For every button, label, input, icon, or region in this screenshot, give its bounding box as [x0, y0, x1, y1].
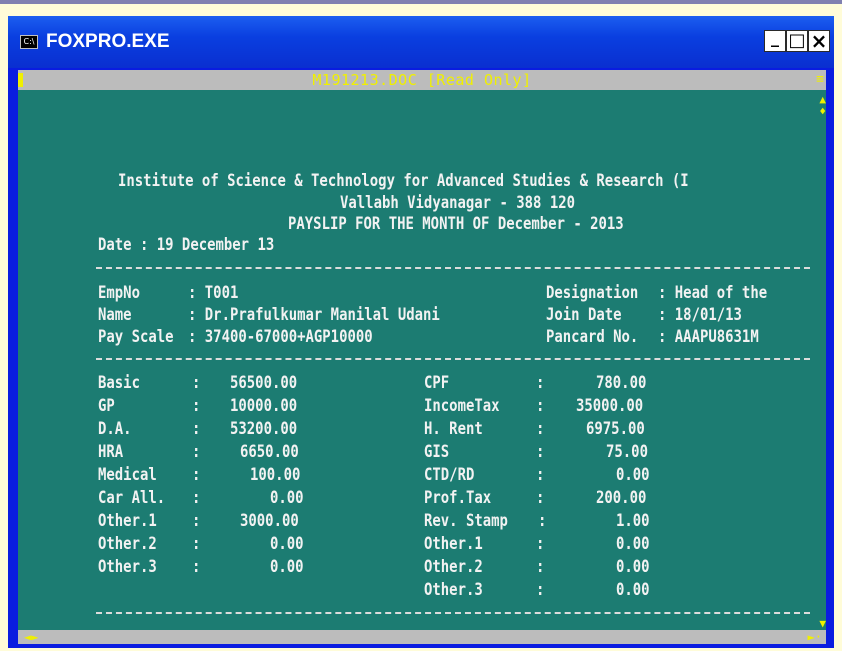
- payslip-date: Date : 19 December 13: [98, 235, 275, 255]
- pancard-label: Pancard No.: [546, 327, 639, 347]
- scroll-down-arrow-icon[interactable]: ▼: [819, 618, 826, 630]
- separator-line: [96, 267, 810, 269]
- empno-label: EmpNo: [98, 283, 140, 303]
- maximize-button[interactable]: □: [786, 30, 808, 52]
- earning-value-da: 53200.00: [230, 419, 298, 439]
- deduction-value-other3: 0.00: [616, 580, 650, 600]
- deduction-label-incometax: IncomeTax: [424, 396, 500, 416]
- earning-label-other3: Other.3: [98, 557, 157, 577]
- separator-line: [96, 358, 810, 360]
- earning-value-gp: 10000.00: [230, 396, 298, 416]
- deduction-value-incometax: 35000.00: [576, 396, 644, 416]
- earning-label-gp: GP: [98, 396, 115, 416]
- earning-value-medical: 100.00: [250, 465, 301, 485]
- document-title-bar: M191213.DOC [Read Only] ≡: [18, 70, 826, 90]
- name-label: Name: [98, 305, 132, 325]
- earning-label-medical: Medical: [98, 465, 157, 485]
- payscale-label: Pay Scale: [98, 327, 174, 347]
- pancard-value: : AAAPU8631M: [658, 327, 759, 347]
- minimize-button[interactable]: _: [764, 30, 786, 52]
- dos-document-area: M191213.DOC [Read Only] ≡ ▲ ♦ ▼ Institut…: [18, 70, 826, 644]
- deduction-colon: :: [536, 534, 545, 554]
- earning-colon: :: [192, 534, 201, 554]
- deduction-value-h-rent: 6975.00: [586, 419, 645, 439]
- deduction-value-gis: 75.00: [606, 442, 648, 462]
- close-button[interactable]: ×: [808, 30, 830, 52]
- deduction-colon: :: [536, 419, 545, 439]
- earning-colon: :: [192, 557, 201, 577]
- earning-label-hra: HRA: [98, 442, 124, 462]
- empno-value: : T001: [188, 283, 239, 303]
- window-title: FOXPRO.EXE: [46, 31, 170, 52]
- deduction-label-rev-stamp: Rev. Stamp: [424, 511, 508, 531]
- earning-label-car-all: Car All.: [98, 488, 166, 508]
- document-title: M191213.DOC [Read Only]: [312, 71, 532, 89]
- earning-colon: :: [192, 465, 201, 485]
- deduction-value-other2: 0.00: [616, 557, 650, 577]
- earning-colon: :: [192, 419, 201, 439]
- joindate-label: Join Date: [546, 305, 622, 325]
- deduction-value-prof-tax: 200.00: [596, 488, 647, 508]
- earning-value-other3: 0.00: [270, 557, 304, 577]
- earning-colon: :: [192, 396, 201, 416]
- top-border-strip: [0, 0, 842, 4]
- deduction-colon: :: [536, 557, 545, 577]
- separator-line: [96, 612, 810, 614]
- earning-label-da: D.A.: [98, 419, 132, 439]
- command-prompt-icon: C:\: [20, 35, 38, 49]
- deduction-colon: :: [536, 580, 545, 600]
- deduction-label-prof-tax: Prof.Tax: [424, 488, 492, 508]
- earning-label-other2: Other.2: [98, 534, 157, 554]
- earning-value-car-all: 0.00: [270, 488, 304, 508]
- designation-label: Designation: [546, 283, 639, 303]
- title-bar[interactable]: C:\ FOXPRO.EXE _ □ ×: [8, 16, 834, 68]
- earning-value-other1: 3000.00: [240, 511, 299, 531]
- deduction-colon: :: [536, 488, 545, 508]
- earning-colon: :: [192, 373, 201, 393]
- name-value: : Dr.Prafulkumar Manilal Udani: [188, 305, 440, 325]
- deduction-label-other2: Other.2: [424, 557, 483, 577]
- deduction-label-other1: Other.1: [424, 534, 483, 554]
- deduction-colon: :: [536, 396, 545, 416]
- scroll-left-right-arrows-icon[interactable]: ◄►: [24, 630, 38, 644]
- deduction-value-other1: 0.00: [616, 534, 650, 554]
- designation-value: : Head of the: [658, 283, 768, 303]
- earning-colon: :: [192, 511, 201, 531]
- payscale-value: : 37400-67000+AGP10000: [188, 327, 373, 347]
- deduction-label-other3: Other.3: [424, 580, 483, 600]
- deduction-value-ctd-rd: 0.00: [616, 465, 650, 485]
- earning-colon: :: [192, 488, 201, 508]
- deduction-label-h-rent: H. Rent: [424, 419, 483, 439]
- earning-label-basic: Basic: [98, 373, 140, 393]
- vertical-scrollbar[interactable]: ▲ ♦ ▼: [816, 90, 826, 638]
- scroll-thumb-icon[interactable]: ♦: [819, 106, 826, 118]
- institute-city: Vallabh Vidyanagar - 388 120: [340, 193, 575, 213]
- resize-handle-icon[interactable]: ►·: [808, 630, 822, 644]
- deduction-value-cpf: 780.00: [596, 373, 647, 393]
- deduction-colon: :: [536, 465, 545, 485]
- deduction-value-rev-stamp: 1.00: [616, 511, 650, 531]
- foxpro-window: C:\ FOXPRO.EXE _ □ × M191213.DOC [Read O…: [8, 16, 834, 648]
- earning-value-hra: 6650.00: [240, 442, 299, 462]
- horizontal-scrollbar[interactable]: ◄► ►·: [18, 630, 826, 644]
- deduction-colon: :: [536, 373, 545, 393]
- deduction-colon: :: [536, 442, 545, 462]
- joindate-value: : 18/01/13: [658, 305, 742, 325]
- deduction-colon: :: [538, 511, 547, 531]
- earning-colon: :: [192, 442, 201, 462]
- deduction-label-gis: GIS: [424, 442, 450, 462]
- deduction-label-cpf: CPF: [424, 373, 450, 393]
- payslip-heading: PAYSLIP FOR THE MONTH OF December - 2013: [288, 214, 624, 234]
- earning-value-other2: 0.00: [270, 534, 304, 554]
- deduction-label-ctd-rd: CTD/RD: [424, 465, 475, 485]
- institute-name: Institute of Science & Technology for Ad…: [118, 171, 689, 191]
- zoom-icon[interactable]: ≡: [816, 72, 824, 88]
- earning-label-other1: Other.1: [98, 511, 157, 531]
- earning-value-basic: 56500.00: [230, 373, 298, 393]
